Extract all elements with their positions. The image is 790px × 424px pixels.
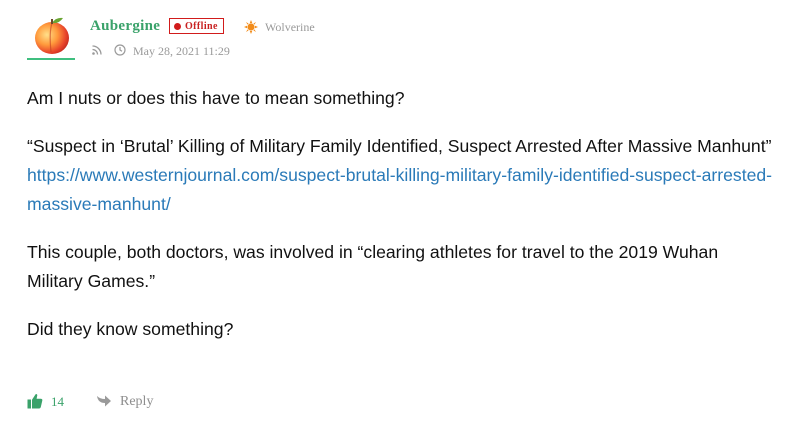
status-dot-icon: [174, 22, 181, 30]
comment-paragraph: This couple, both doctors, was involved …: [27, 242, 719, 291]
avatar[interactable]: [32, 14, 72, 56]
thumbs-up-icon[interactable]: [27, 393, 43, 409]
timestamp[interactable]: May 28, 2021 11:29: [133, 44, 230, 59]
like-count: 14: [51, 394, 64, 409]
comment-paragraph: Did they know something?: [27, 319, 234, 339]
comment-card: Aubergine Offline Wolverine May 28, 2021…: [0, 0, 790, 424]
comment-footer: 14 Reply: [27, 392, 327, 412]
reply-button[interactable]: Reply: [120, 394, 153, 410]
comment-paragraph: Am I nuts or does this have to mean some…: [27, 88, 405, 108]
sun-badge-icon: [244, 20, 258, 34]
headline-text: “Suspect in ‘Brutal’ Killing of Military…: [27, 136, 772, 156]
author-name[interactable]: Aubergine: [90, 18, 160, 35]
reply-arrow-icon[interactable]: [96, 394, 112, 408]
status-label: Offline: [185, 20, 218, 32]
rank-label: Wolverine: [265, 20, 315, 34]
clock-icon: [114, 44, 126, 56]
rss-icon[interactable]: [92, 45, 102, 55]
article-link[interactable]: https://www.westernjournal.com/suspect-b…: [27, 161, 777, 219]
comment-body: Am I nuts or does this have to mean some…: [27, 84, 777, 363]
link-paragraph: https://www.westernjournal.com/suspect-b…: [27, 161, 777, 219]
avatar-frame: [27, 14, 75, 60]
quoted-headline: “Suspect in ‘Brutal’ Killing of Military…: [27, 132, 777, 161]
status-badge: Offline: [169, 18, 224, 34]
